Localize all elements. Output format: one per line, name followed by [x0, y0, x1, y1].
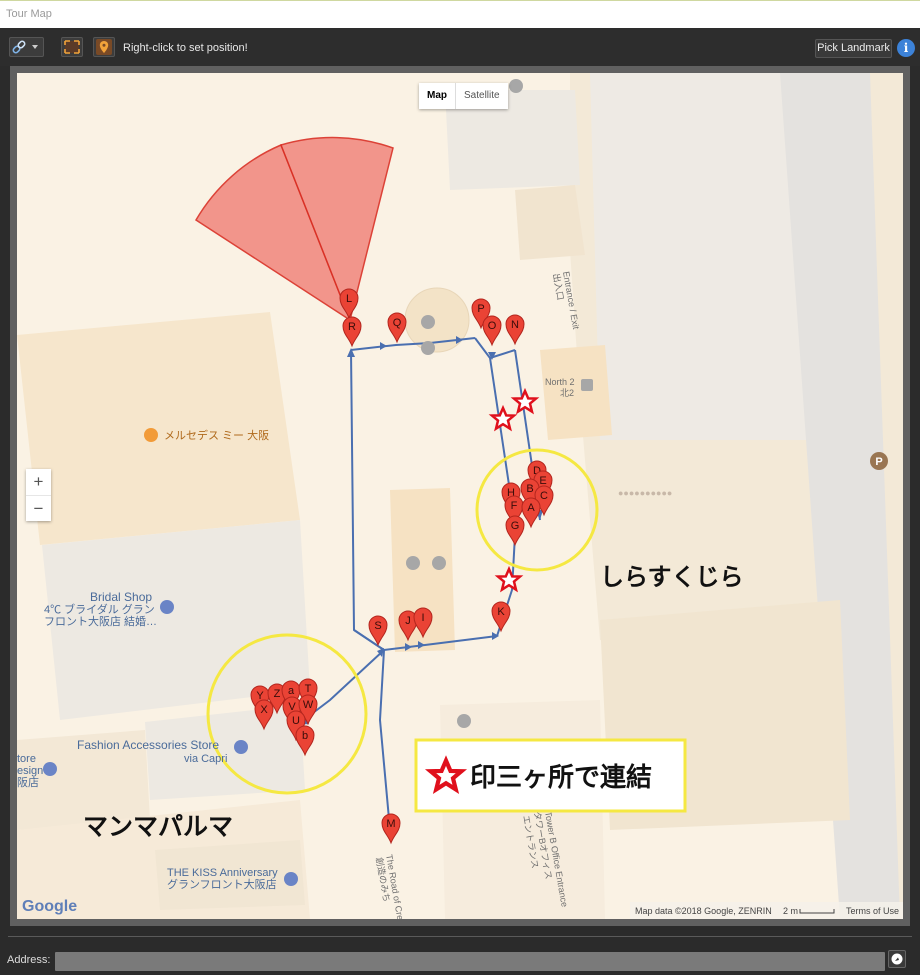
map-view[interactable]: P メルセデス ミー 大阪 North 2 北2 Entrance / Exit…: [17, 73, 903, 919]
route-marker-label: J: [405, 615, 411, 627]
route-marker-label: T: [305, 683, 312, 695]
parking-label: P: [875, 456, 882, 468]
scale-label: 2 m: [783, 906, 798, 916]
divider: [8, 936, 912, 937]
route-marker-label: X: [260, 704, 268, 716]
link-icon: [12, 40, 38, 54]
building-block: [17, 312, 300, 545]
map-canvas[interactable]: P メルセデス ミー 大阪 North 2 北2 Entrance / Exit…: [17, 73, 903, 919]
compass-icon: [891, 953, 903, 965]
route-marker-label: B: [526, 483, 533, 495]
route-marker-label: W: [303, 699, 314, 711]
toolbar-hint: Right-click to set position!: [123, 42, 248, 54]
route-marker-label: K: [497, 606, 505, 618]
annotation-connect: 印三ヶ所で連結: [470, 762, 652, 793]
label-store-1: tore: [17, 753, 36, 765]
route-marker-label: U: [292, 715, 300, 727]
route-marker-label: Q: [393, 317, 402, 329]
route-marker-label: I: [421, 612, 424, 624]
address-input[interactable]: [55, 952, 885, 971]
route-marker-label: N: [511, 319, 519, 331]
address-go-button[interactable]: [888, 950, 906, 968]
building-block: [590, 73, 810, 440]
map-type-satellite[interactable]: Satellite: [456, 83, 508, 109]
label-cafe: メルセデス ミー 大阪: [164, 428, 269, 442]
label-blurred: ●●●●●●●●●●: [618, 488, 672, 498]
shop-icon: [284, 872, 298, 886]
label-north2: North 2: [545, 377, 575, 387]
address-label: Address:: [7, 954, 51, 966]
route-marker-label: b: [302, 730, 308, 742]
google-logo: Google: [22, 898, 77, 915]
route-marker-label: R: [348, 321, 356, 333]
label-bridal-2: 4℃ ブライダル グラン: [44, 602, 155, 616]
route-marker-label: Z: [274, 688, 281, 700]
map-frame: P メルセデス ミー 大阪 North 2 北2 Entrance / Exit…: [10, 66, 910, 926]
route-marker-label: L: [346, 293, 352, 305]
fit-bounds-icon: [64, 40, 80, 54]
label-fashion-2: via Capri: [184, 753, 227, 765]
route-marker-label: A: [527, 502, 535, 514]
annotation-shirasu: しらすくじら: [600, 563, 744, 591]
route-marker-label: P: [477, 303, 484, 315]
label-store-3: 阪店: [17, 775, 39, 789]
toolbar: Right-click to set position!: [0, 28, 920, 66]
map-type-map[interactable]: Map: [419, 83, 456, 109]
label-north2-jp: 北2: [560, 388, 574, 398]
zoom-control: + −: [26, 469, 51, 521]
annotation-manma: マンマパルマ: [83, 812, 233, 841]
route-marker-label: G: [511, 520, 520, 532]
fit-bounds-button[interactable]: [61, 37, 83, 57]
label-fashion-1: Fashion Accessories Store: [77, 738, 219, 752]
shop-icon: [43, 762, 57, 776]
zoom-out-button[interactable]: −: [26, 496, 51, 522]
zoom-in-button[interactable]: +: [26, 469, 51, 496]
label-store-2: esign: [17, 765, 43, 777]
window-titlebar: Tour Map: [0, 0, 920, 28]
pick-landmark-button[interactable]: Pick Landmark: [815, 39, 892, 58]
map-type-control: Map Satellite: [419, 83, 508, 109]
chevron-down-icon: [32, 45, 38, 49]
terms-link[interactable]: Terms of Use: [846, 906, 899, 916]
label-bridal-3: フロント大阪店 結婚…: [44, 614, 157, 628]
set-position-button[interactable]: [93, 37, 115, 57]
info-icon[interactable]: i: [897, 39, 915, 57]
shop-icon: [160, 600, 174, 614]
label-bridal-1: Bridal Shop: [90, 590, 152, 604]
route-marker-label: O: [488, 320, 497, 332]
route-marker-label: S: [374, 620, 381, 632]
route-marker-label: M: [386, 818, 395, 830]
route-marker-label: C: [540, 490, 548, 502]
window-title: Tour Map: [6, 8, 52, 20]
link-tool-button[interactable]: [9, 37, 44, 57]
label-kiss-1: THE KISS Anniversary: [167, 867, 278, 879]
attribution-data: Map data ©2018 Google, ZENRIN: [635, 906, 772, 916]
pin-icon: [96, 39, 112, 55]
building-block: [540, 345, 612, 440]
route-marker-label: F: [511, 500, 518, 512]
cafe-icon: [144, 428, 158, 442]
route-marker-label: E: [539, 475, 546, 487]
label-kiss-2: グランフロント大阪店: [167, 877, 277, 891]
building-block: [515, 185, 585, 260]
shop-icon: [234, 740, 248, 754]
route-marker-label: a: [288, 685, 295, 697]
